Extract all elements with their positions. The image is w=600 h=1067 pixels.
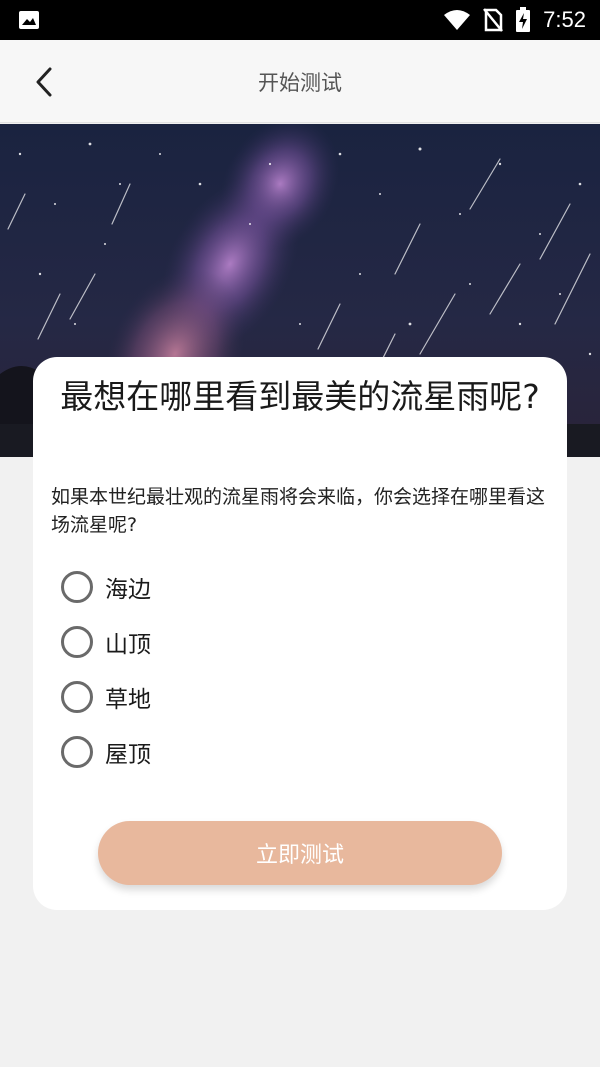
- start-test-button[interactable]: 立即测试: [98, 821, 502, 885]
- no-sim-icon: [483, 8, 504, 32]
- status-right: 7:52: [443, 7, 586, 33]
- radio-button[interactable]: [61, 625, 93, 658]
- back-button[interactable]: [24, 62, 64, 102]
- radio-button[interactable]: [61, 570, 93, 603]
- status-bar: 7:52: [0, 0, 600, 40]
- chevron-left-icon: [34, 66, 54, 98]
- wifi-icon: [443, 9, 471, 31]
- status-time: 7:52: [543, 7, 586, 32]
- option-item[interactable]: 山顶: [61, 614, 501, 669]
- option-label: 屋顶: [105, 741, 151, 768]
- question-title: 最想在哪里看到最美的流星雨呢?: [60, 377, 540, 416]
- image-icon: [18, 10, 40, 30]
- option-item[interactable]: 海边: [61, 559, 501, 614]
- option-label: 海边: [105, 576, 151, 603]
- question-card: 最想在哪里看到最美的流星雨呢? 如果本世纪最壮观的流星雨将会来临，你会选择在哪里…: [33, 357, 567, 910]
- status-left: [18, 10, 40, 30]
- question-description: 如果本世纪最壮观的流星雨将会来临，你会选择在哪里看这场流星呢?: [51, 486, 546, 536]
- radio-button[interactable]: [61, 735, 93, 768]
- option-label: 草地: [105, 686, 151, 713]
- option-label: 山顶: [105, 631, 151, 658]
- option-item[interactable]: 草地: [61, 669, 501, 724]
- page-title: 开始测试: [258, 70, 342, 95]
- radio-button[interactable]: [61, 680, 93, 713]
- option-list: 海边 山顶 草地 屋顶: [61, 559, 501, 779]
- option-item[interactable]: 屋顶: [61, 724, 501, 779]
- battery-charging-icon: [515, 7, 531, 33]
- app-bar: 开始测试: [0, 40, 600, 123]
